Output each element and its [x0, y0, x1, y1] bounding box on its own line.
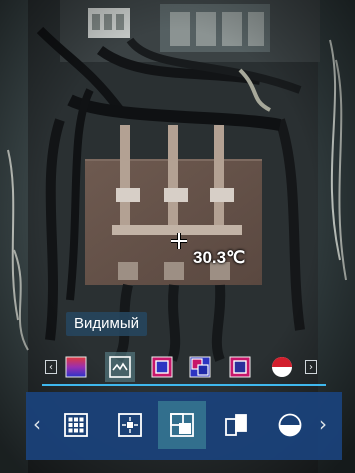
mode-item-center-point[interactable]	[106, 401, 154, 449]
half-circle-palette-icon	[272, 357, 292, 377]
visible-image-icon	[109, 356, 131, 378]
crosshair-icon	[171, 233, 187, 249]
display-mode-prev-button[interactable]: ‹	[30, 414, 44, 434]
mode-item-split-view[interactable]	[212, 401, 260, 449]
split-view-icon	[225, 414, 247, 436]
palette-item-half-circle[interactable]	[265, 352, 295, 382]
half-fill-circle-icon	[278, 413, 302, 437]
center-temperature-readout: 30.3℃	[193, 248, 246, 267]
frame-palette-icon	[229, 356, 251, 378]
palette-item-rainbow[interactable]	[61, 352, 91, 382]
display-mode-next-button[interactable]: ›	[316, 414, 330, 434]
palette-selector-bar: ‹ ›	[42, 350, 326, 386]
palette-item-overlap[interactable]	[185, 352, 215, 382]
overlap-palette-icon	[189, 356, 211, 378]
grid-icon	[64, 413, 88, 437]
rainbow-palette-icon	[65, 356, 87, 378]
palette-item-visible[interactable]	[105, 352, 135, 382]
palette-prev-button[interactable]: ‹	[45, 360, 57, 374]
display-mode-bar: ‹ ›	[26, 392, 342, 460]
box-palette-icon	[151, 356, 173, 378]
palette-mode-label: Видимый	[66, 312, 147, 336]
mode-item-picture-in-picture[interactable]	[158, 401, 206, 449]
palette-item-box[interactable]	[147, 352, 177, 382]
picture-in-picture-icon	[170, 413, 194, 437]
palette-next-button[interactable]: ›	[305, 360, 317, 374]
mode-item-half-fill[interactable]	[266, 401, 314, 449]
thermal-camera-screen: { "measurement": { "center_temperature":…	[0, 0, 355, 473]
palette-item-frame[interactable]	[225, 352, 255, 382]
mode-item-grid[interactable]	[52, 401, 100, 449]
center-point-icon	[118, 413, 142, 437]
